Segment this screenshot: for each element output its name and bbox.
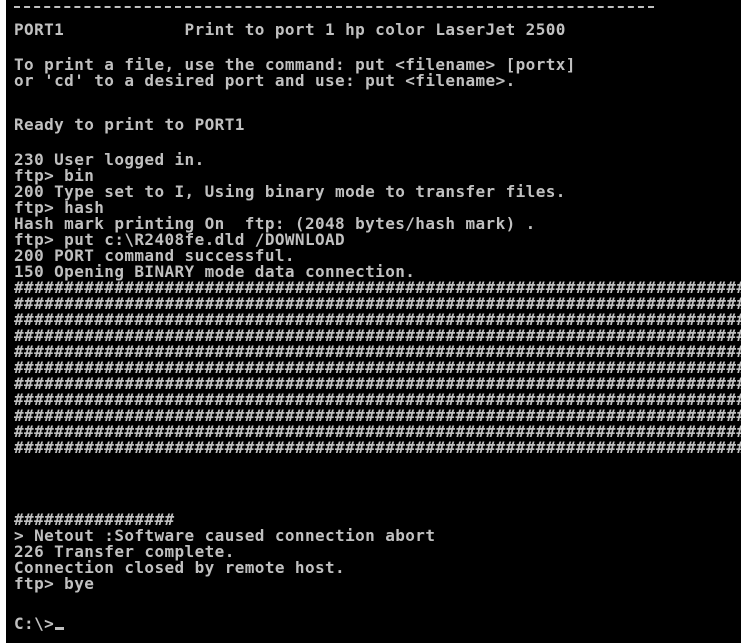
hash-progress-line: ########################################… [14, 438, 741, 457]
console-line: Ready to print to PORT1 [14, 115, 245, 134]
console-line: or 'cd' to a desired port and use: put <… [14, 71, 516, 90]
console-line: PORT1 Print to port 1 hp color LaserJet … [14, 20, 566, 39]
prompt-text: C:\> [14, 614, 55, 633]
command-prompt[interactable]: C:\> [14, 614, 65, 633]
console-line: ftp> bye [14, 574, 95, 593]
top-separator [14, 6, 654, 8]
text-cursor [55, 627, 65, 630]
console-window[interactable]: PORT1 Print to port 1 hp color LaserJet … [6, 0, 741, 643]
